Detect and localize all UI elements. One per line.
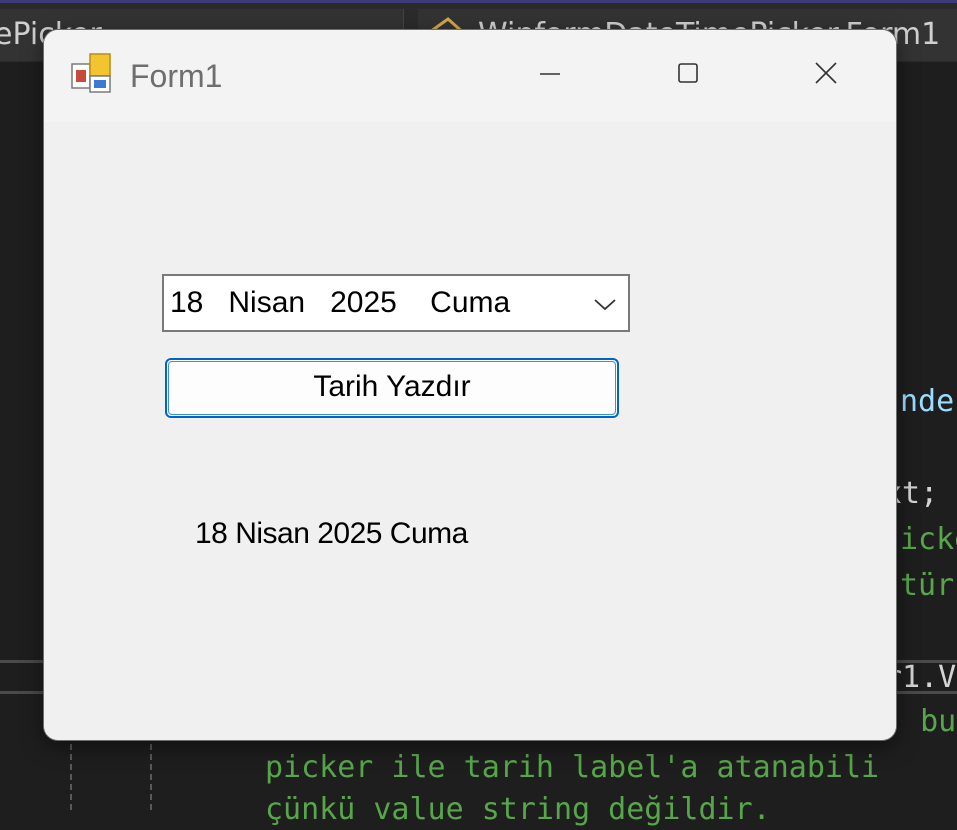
chevron-down-icon[interactable]: [592, 292, 618, 316]
winforms-app-icon: [71, 53, 111, 93]
code-line: çünkü value string değildir.: [265, 792, 771, 827]
date-output-label: 18 Nisan 2025 Cuma: [195, 517, 468, 550]
date-picker-value: 18 Nisan 2025 Cuma: [170, 286, 511, 319]
close-icon: [815, 62, 837, 84]
maximize-button[interactable]: [656, 50, 720, 98]
code-fragment: icke: [900, 522, 957, 557]
code-fragment: nder: [900, 384, 957, 419]
window-title: Form1: [130, 58, 223, 94]
minimize-button[interactable]: [518, 50, 582, 98]
form-client-area: 18 Nisan 2025 Cuma Tarih Yazdır 18 Nisan…: [44, 122, 896, 740]
title-bar[interactable]: Form1: [44, 30, 896, 122]
minimize-icon: [540, 73, 560, 75]
form1-window: Form1 18 Nisan 2025 Cuma Tarih Yazdır 18…: [44, 30, 896, 740]
print-date-button[interactable]: Tarih Yazdır: [165, 358, 619, 418]
code-line: picker ile tarih label'a atanabili: [265, 750, 880, 785]
code-fragment: tür: [900, 568, 955, 603]
close-button[interactable]: [794, 50, 858, 98]
maximize-icon: [678, 63, 698, 83]
date-time-picker[interactable]: 18 Nisan 2025 Cuma: [162, 274, 630, 332]
